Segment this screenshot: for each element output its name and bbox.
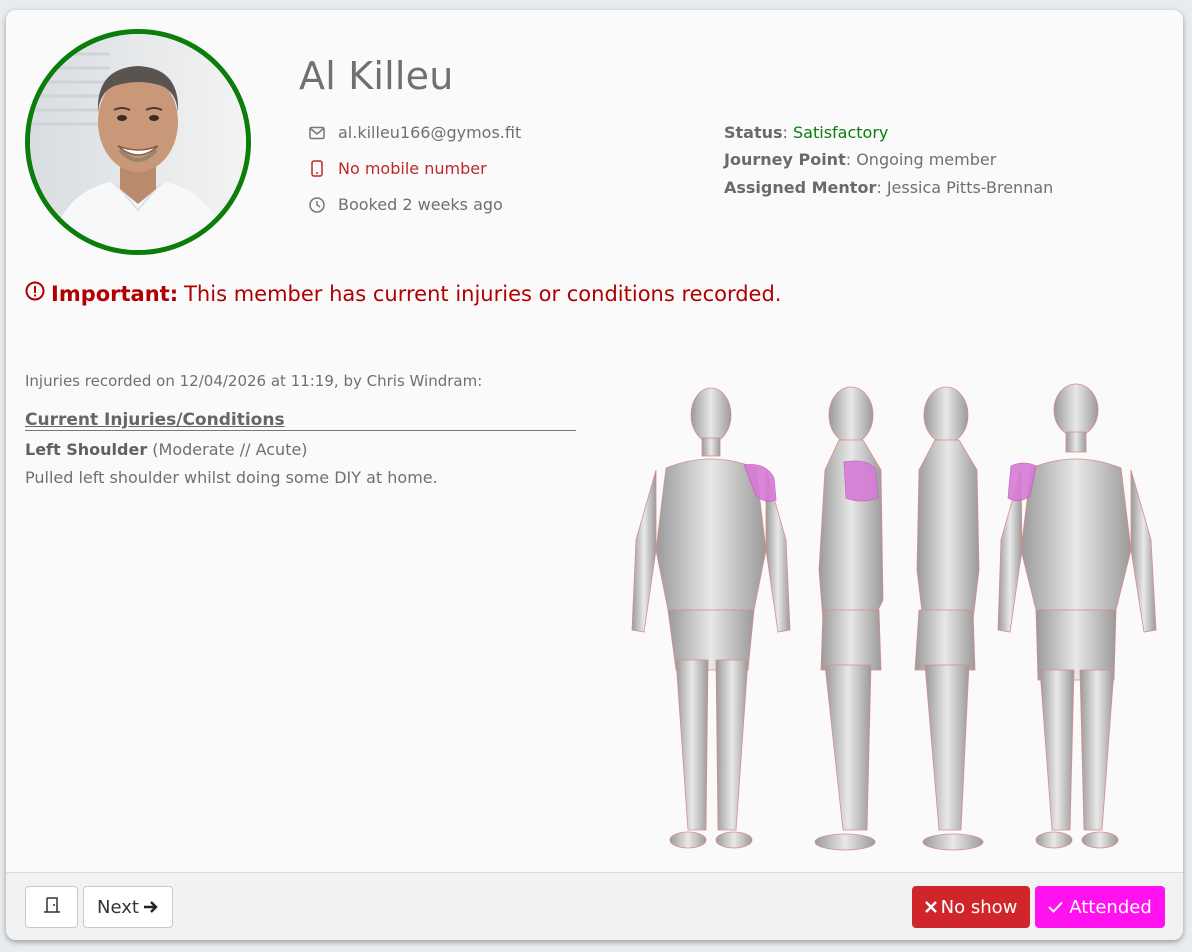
alert-message: This member has current injuries or cond…: [184, 281, 782, 306]
footer-bar: Next No show Attended: [6, 872, 1183, 940]
status-value: Satisfactory: [793, 123, 889, 142]
journey-row: Journey Point: Ongoing member: [724, 150, 997, 169]
clock-icon: [308, 196, 326, 214]
door-icon: [42, 895, 62, 920]
journey-value: Ongoing member: [856, 150, 997, 169]
journey-label: Journey Point: [724, 150, 846, 169]
mobile-row: No mobile number: [308, 159, 487, 178]
mobile-phone-icon: [308, 160, 326, 178]
no-show-label: No show: [940, 896, 1018, 918]
mentor-row: Assigned Mentor: Jessica Pitts-Brennan: [724, 178, 1054, 197]
mobile-text: No mobile number: [338, 159, 487, 178]
member-name: Al Killeu: [299, 54, 454, 98]
injury-name: Left Shoulder: [25, 440, 148, 459]
member-card: Al Killeu al.killeu166@gymos.fit No mobi…: [6, 10, 1183, 940]
body-diagram: [616, 370, 1161, 860]
next-label: Next: [97, 896, 139, 918]
body-side-right: [814, 386, 884, 851]
envelope-icon: [308, 124, 326, 142]
attended-label: Attended: [1069, 896, 1152, 918]
no-show-button[interactable]: No show: [912, 886, 1030, 928]
exit-button[interactable]: [25, 886, 78, 928]
booked-row: Booked 2 weeks ago: [308, 195, 503, 214]
exclamation-circle-icon: [25, 281, 45, 306]
x-icon: [924, 901, 937, 913]
mentor-value: Jessica Pitts-Brennan: [886, 178, 1054, 197]
injury-item: Left Shoulder (Moderate // Acute): [25, 440, 308, 459]
injuries-recorded-text: Injuries recorded on 12/04/2026 at 11:19…: [25, 372, 483, 390]
booked-text: Booked 2 weeks ago: [338, 195, 503, 214]
email-row: al.killeu166@gymos.fit: [308, 123, 521, 142]
body-side-left: [914, 386, 984, 851]
body-back: [997, 383, 1157, 849]
next-button[interactable]: Next: [83, 886, 173, 928]
mentor-label: Assigned Mentor: [724, 178, 877, 197]
status-row: Status: Satisfactory: [724, 123, 889, 142]
injuries-heading: Current Injuries/Conditions: [25, 410, 576, 431]
attended-button[interactable]: Attended: [1035, 886, 1165, 928]
alert-title: Important:: [51, 281, 179, 306]
arrow-right-icon: [143, 899, 159, 915]
body-front: [631, 387, 791, 849]
avatar: [25, 29, 251, 255]
injury-alert: Important: This member has current injur…: [25, 281, 781, 306]
side-left-shoulder-highlight: [843, 460, 879, 502]
status-label: Status: [724, 123, 783, 142]
check-icon: [1048, 901, 1063, 913]
email-text: al.killeu166@gymos.fit: [338, 123, 522, 142]
injury-detail: (Moderate // Acute): [152, 440, 308, 459]
injury-description: Pulled left shoulder whilst doing some D…: [25, 468, 438, 487]
